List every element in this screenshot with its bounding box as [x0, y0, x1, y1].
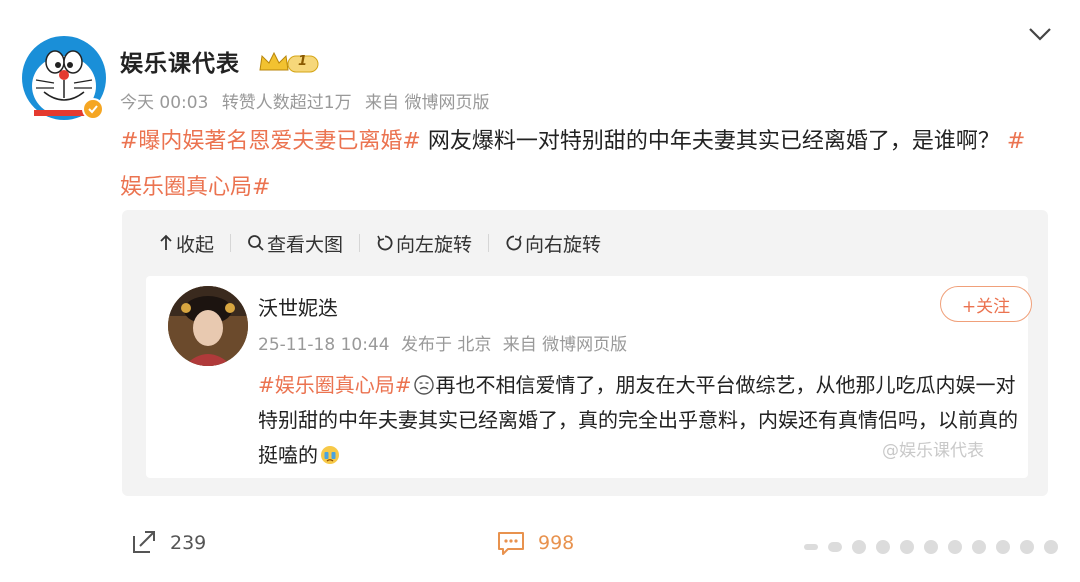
- post-source: 来自 微博网页版: [365, 93, 490, 113]
- hashtag-link[interactable]: #曝内娱著名恩爱夫妻已离婚#: [120, 129, 421, 154]
- rotate-left-label: 向左旋转: [396, 233, 473, 256]
- comment-icon: [498, 532, 524, 555]
- quoted-author-avatar[interactable]: [168, 286, 248, 366]
- portrait-avatar-icon: [168, 286, 248, 366]
- like-animation-strip: [804, 538, 1060, 556]
- rotate-right-label: 向右旋转: [525, 233, 602, 256]
- post-meta: 今天 00:03 转赞人数超过1万 来自 微博网页版: [120, 88, 497, 113]
- comment-count: 998: [538, 532, 575, 554]
- post-body: 网友爆料一对特别甜的中年夫妻其实已经离婚了，是谁啊？: [420, 129, 1000, 154]
- member-level-number: 1: [298, 54, 308, 69]
- rotate-left-icon: [376, 234, 394, 252]
- author-name[interactable]: 娱乐课代表: [120, 44, 240, 78]
- view-large-button[interactable]: 查看大图: [247, 230, 343, 257]
- verified-badge-icon: [82, 98, 104, 120]
- collapse-button[interactable]: 收起: [158, 230, 214, 257]
- member-level-badge[interactable]: 1: [258, 50, 320, 76]
- weibo-post: 娱乐课代表 1 今天 00:03 转赞人数超过1万 来自 微博网页版 #曝内娱著…: [0, 0, 1080, 582]
- rotate-right-icon: [505, 234, 523, 252]
- watermark: @娱乐课代表: [882, 441, 984, 461]
- search-icon: [247, 234, 265, 252]
- quoted-location: 发布于 北京: [400, 335, 492, 355]
- media-toolbar: 收起 查看大图 向左旋转 向右旋转: [158, 230, 601, 256]
- sad-face-emoji-icon: [413, 371, 434, 395]
- quoted-time: 25-11-18 10:44: [258, 335, 390, 355]
- media-panel: 收起 查看大图 向左旋转 向右旋转 沃世妮迭 25-11-18 10:44 发布…: [122, 210, 1048, 496]
- crying-face-emoji-icon: [320, 441, 340, 464]
- quoted-author-name[interactable]: 沃世妮迭: [258, 292, 338, 321]
- rotate-left-button[interactable]: 向左旋转: [376, 230, 472, 257]
- follow-button[interactable]: +关注: [940, 286, 1032, 322]
- arrow-up-icon: [158, 234, 174, 252]
- post-menu-chevron-icon[interactable]: [1027, 24, 1053, 44]
- quoted-meta: 25-11-18 10:44 发布于 北京 来自 微博网页版: [258, 330, 633, 355]
- view-large-label: 查看大图: [267, 233, 344, 256]
- crown-icon: [259, 51, 319, 73]
- repost-summary: 转赞人数超过1万: [221, 93, 352, 113]
- repost-icon: [133, 531, 155, 553]
- quoted-source: 来自 微博网页版: [502, 335, 628, 355]
- post-time[interactable]: 今天 00:03: [120, 93, 208, 113]
- comment-button[interactable]: 998: [496, 530, 574, 556]
- quoted-hashtag[interactable]: #娱乐圈真心局#: [258, 373, 412, 397]
- collapse-label: 收起: [176, 233, 215, 256]
- post-text: #曝内娱著名恩爱夫妻已离婚# 网友爆料一对特别甜的中年夫妻其实已经离婚了，是谁啊…: [120, 119, 1040, 211]
- rotate-right-button[interactable]: 向右旋转: [505, 230, 601, 257]
- repost-button[interactable]: 239: [130, 530, 206, 556]
- toolbar-divider: [359, 234, 361, 252]
- toolbar-divider: [488, 234, 490, 252]
- toolbar-divider: [230, 234, 232, 252]
- quoted-post-card: 沃世妮迭 25-11-18 10:44 发布于 北京 来自 微博网页版 +关注 …: [146, 276, 1032, 478]
- repost-count: 239: [170, 532, 207, 554]
